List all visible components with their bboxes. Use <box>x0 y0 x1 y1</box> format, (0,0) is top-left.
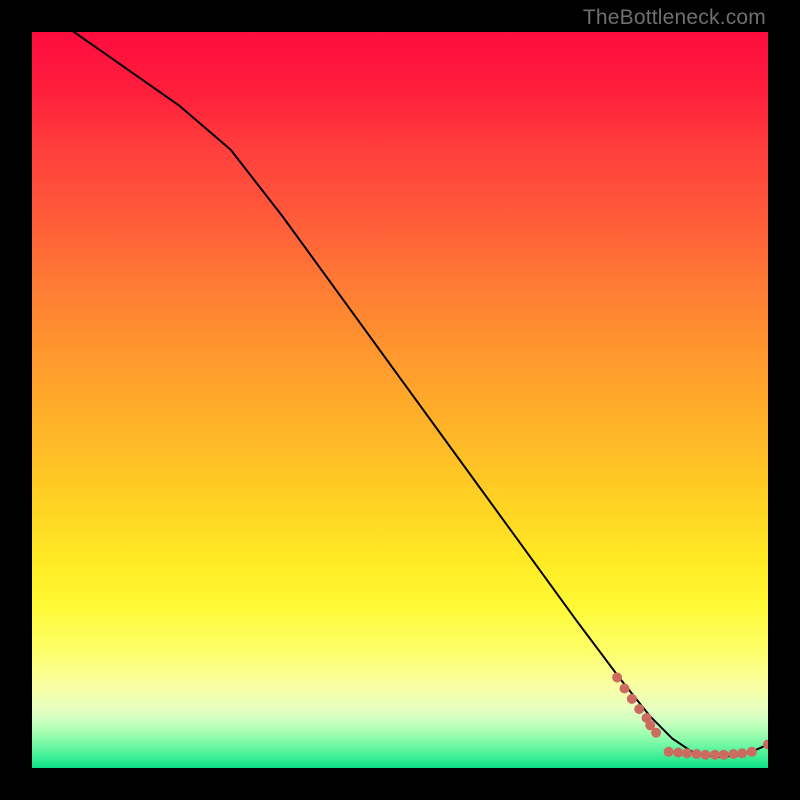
chart-overlay <box>32 32 768 768</box>
point-markers-descent <box>612 672 622 682</box>
point-markers-flat <box>692 749 702 759</box>
point-markers-descent <box>634 704 644 714</box>
point-markers-flat <box>710 750 720 760</box>
point-markers-flat <box>673 748 683 758</box>
point-marker-end <box>763 739 768 749</box>
point-markers-descent <box>627 694 637 704</box>
point-markers-flat <box>719 750 729 760</box>
watermark-label: TheBottleneck.com <box>583 6 766 30</box>
point-markers-flat <box>728 749 738 759</box>
point-markers-descent <box>619 684 629 694</box>
point-markers-flat <box>747 747 757 757</box>
point-markers-descent <box>651 728 661 738</box>
plot-area <box>32 32 768 768</box>
point-markers-flat <box>682 748 692 758</box>
point-markers-flat <box>664 747 674 757</box>
point-markers-flat <box>737 748 747 758</box>
point-markers-flat <box>700 750 710 760</box>
chart-stage: TheBottleneck.com <box>0 0 800 800</box>
series-curve <box>32 32 768 757</box>
